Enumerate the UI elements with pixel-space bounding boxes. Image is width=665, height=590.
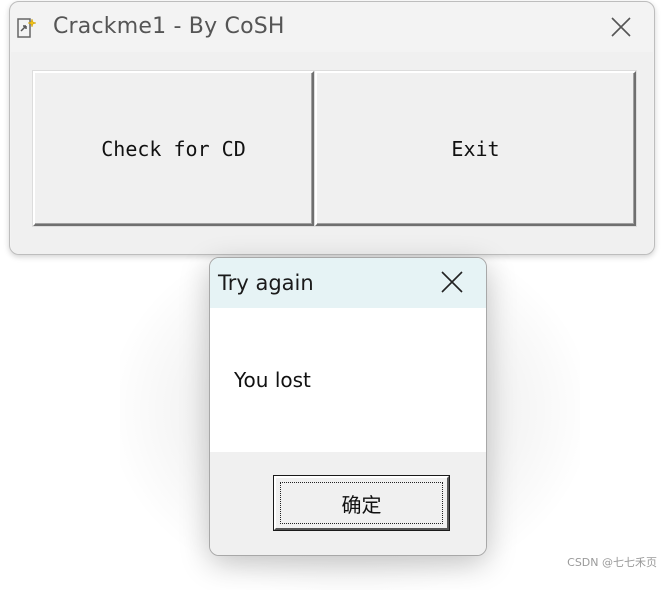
ok-button-label: 确定	[280, 482, 443, 524]
title-bar[interactable]: Crackme1 - By CoSH	[10, 2, 654, 52]
check-for-cd-button[interactable]: Check for CD	[33, 71, 314, 226]
window-title: Crackme1 - By CoSH	[53, 14, 285, 39]
dialog-body: You lost	[210, 308, 486, 452]
close-icon[interactable]	[606, 12, 636, 42]
watermark: CSDN @七七禾页	[567, 556, 657, 569]
client-area: Check for CD Exit	[11, 52, 653, 254]
ok-button[interactable]: 确定	[274, 476, 449, 530]
dialog-footer: 确定	[210, 452, 486, 555]
app-document-icon	[17, 16, 37, 40]
dialog-close-icon[interactable]	[438, 268, 466, 296]
exit-button[interactable]: Exit	[315, 71, 636, 226]
message-dialog: Try again You lost 确定	[209, 257, 487, 556]
main-window: Crackme1 - By CoSH Check for CD Exit	[9, 1, 655, 255]
dialog-title-bar[interactable]: Try again	[210, 258, 486, 308]
dialog-title: Try again	[218, 271, 314, 295]
dialog-message: You lost	[234, 368, 311, 392]
